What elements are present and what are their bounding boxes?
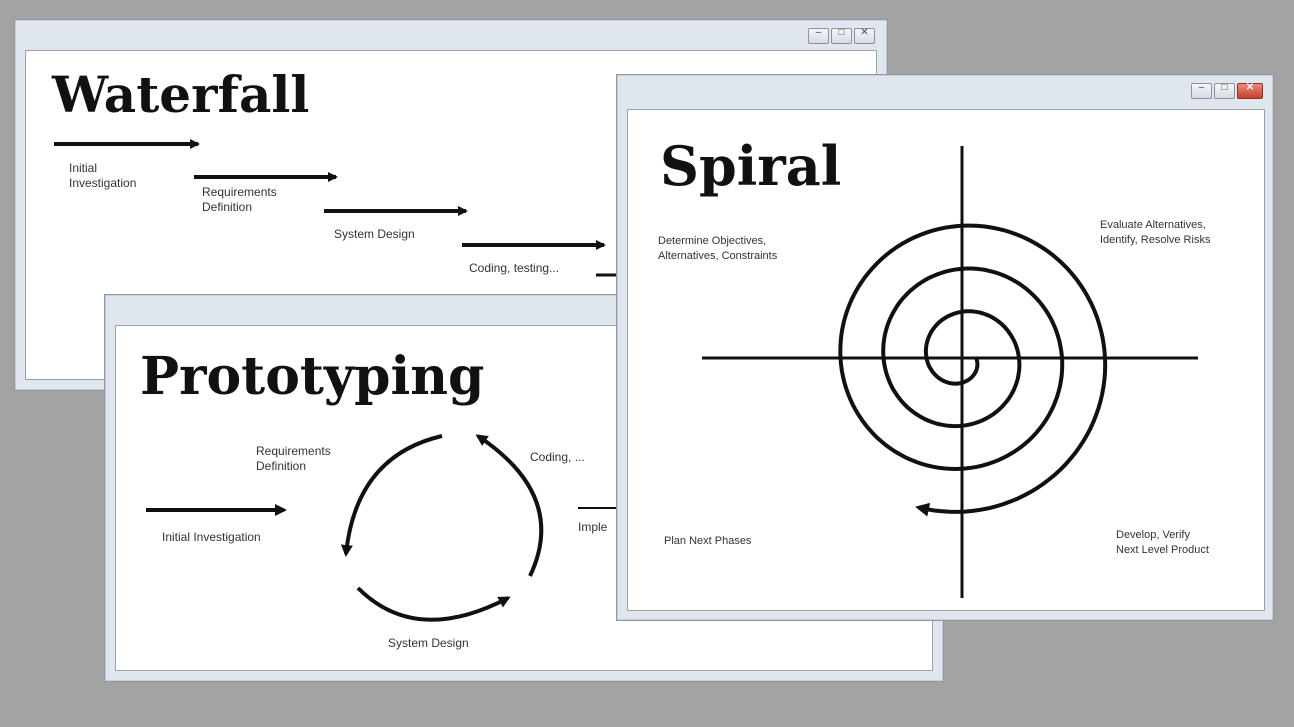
prototyping-label-coding: Coding, ... [530,450,585,464]
close-icon[interactable]: ✕ [1237,82,1263,99]
spiral-curve [838,223,1108,517]
waterfall-step-initial: Initial Investigation [69,161,137,190]
spiral-quadrant-top-left: Determine Objectives, Alternatives, Cons… [658,235,778,262]
spiral-quadrant-bottom-right: Develop, Verify Next Level Product [1116,529,1209,556]
spiral-titlebar[interactable]: – □ ✕ [617,75,1273,105]
spiral-window: – □ ✕ Spiral Determine Objectives, Alter… [616,74,1274,621]
prototyping-arc-bottom [356,586,511,622]
spiral-canvas: Spiral Determine Objectives, Alternative… [627,109,1265,611]
waterfall-step-coding: Coding, testing... [469,261,560,275]
prototyping-label-system-design: System Design [388,636,469,650]
waterfall-step-system-design: System Design [334,227,415,241]
prototyping-arc-left [340,434,443,557]
spiral-quadrant-bottom-left: Plan Next Phases [664,535,752,547]
minimize-icon[interactable]: – [808,27,829,44]
minimize-icon[interactable]: – [1191,82,1212,99]
maximize-icon[interactable]: □ [1214,82,1235,99]
spiral-quadrant-top-right: Evaluate Alternatives, Identify, Resolve… [1100,219,1211,246]
prototyping-label-implementation: Imple [578,520,608,534]
waterfall-titlebar[interactable]: – □ ✕ [15,20,887,50]
close-icon[interactable]: ✕ [854,27,875,44]
prototyping-label-initial: Initial Investigation [162,530,261,544]
maximize-icon[interactable]: □ [831,27,852,44]
prototyping-label-requirements: Requirements Definition [256,444,331,473]
waterfall-step-requirements: Requirements Definition [202,185,277,214]
